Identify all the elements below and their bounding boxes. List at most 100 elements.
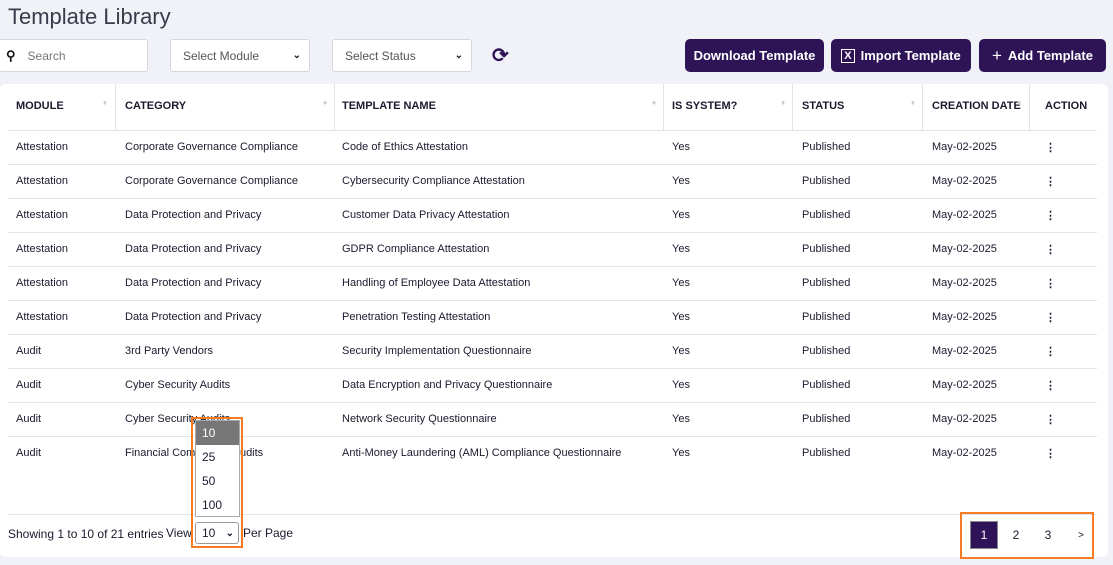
table-cell: Yes xyxy=(672,447,690,459)
more-actions-icon[interactable]: ⋮ xyxy=(1045,141,1056,154)
table-cell: Attestation xyxy=(16,311,68,323)
table-row: Audit Cyber Security Audits Network Securi… xyxy=(8,402,1097,436)
table-cell: May-02-2025 xyxy=(932,209,997,221)
table-cell: Cybersecurity Compliance Attestation xyxy=(342,175,525,187)
table-cell: Data Encryption and Privacy Questionnair… xyxy=(342,379,553,391)
column-header[interactable]: STATUS xyxy=(802,100,844,112)
search-placeholder: Search xyxy=(27,48,66,63)
column-header[interactable]: MODULE xyxy=(16,100,64,112)
refresh-icon[interactable]: ⟳ xyxy=(492,43,509,68)
excel-icon: X xyxy=(841,48,855,63)
column-divider xyxy=(922,84,923,130)
search-icon: ⚲ xyxy=(6,47,16,63)
module-select[interactable]: Select Module ⌄ xyxy=(170,39,310,72)
table-cell: Published xyxy=(802,141,851,153)
table-cell: Published xyxy=(802,345,851,357)
column-header[interactable]: CATEGORY xyxy=(125,100,186,112)
table-row: Attestation Data Protection and Privacy Ha… xyxy=(8,266,1097,300)
table-row: AuditFinancial Compliance AuditsAnti-Mon… xyxy=(8,436,1097,470)
table-cell: Attestation xyxy=(16,277,68,289)
sort-icon[interactable]: ♦ xyxy=(1017,98,1021,107)
per-page-label: Per Page xyxy=(243,526,294,540)
table-cell: Attestation xyxy=(16,243,68,255)
table-cell: May-02-2025 xyxy=(932,141,997,153)
table-cell: May-02-2025 xyxy=(932,345,997,357)
more-actions-icon[interactable]: ⋮ xyxy=(1045,175,1056,188)
import-template-button[interactable]: X Import Template xyxy=(831,39,971,72)
table-cell: Audit xyxy=(16,345,42,357)
table-cell: Published xyxy=(802,413,851,425)
table-cell: May-02-2025 xyxy=(932,447,997,459)
column-divider xyxy=(334,84,335,130)
more-actions-icon[interactable]: ⋮ xyxy=(1045,379,1056,392)
more-actions-icon[interactable]: ⋮ xyxy=(1045,311,1056,324)
table-cell: Security Implementation Questionnaire xyxy=(342,345,532,357)
highlight-box xyxy=(191,417,243,548)
download-template-label: Download Template xyxy=(693,48,816,63)
table-cell: May-02-2025 xyxy=(932,311,997,323)
sort-icon[interactable]: ♦ xyxy=(652,98,656,107)
download-template-button[interactable]: Download Template xyxy=(685,39,824,72)
chevron-down-icon: ⌄ xyxy=(454,50,463,61)
table-row: Audit 3rd Party Vendors Security Implement… xyxy=(8,334,1097,368)
table-cell: Penetration Testing Attestation xyxy=(342,311,491,323)
table-cell: Yes xyxy=(672,175,690,187)
more-actions-icon[interactable]: ⋮ xyxy=(1045,413,1056,426)
table-cell: Yes xyxy=(672,379,690,391)
table-cell: Attestation xyxy=(16,141,68,153)
table-row: Attestation Data Protection and Privacy Pe… xyxy=(8,300,1097,334)
table-cell: Code of Ethics Attestation xyxy=(342,141,468,153)
table-cell: Data Protection and Privacy xyxy=(125,243,262,255)
table-cell: Yes xyxy=(672,413,690,425)
sort-icon[interactable]: ♦ xyxy=(911,98,915,107)
table-row: Attestation Corporate Governance Complian… xyxy=(8,130,1097,164)
table-cell: Yes xyxy=(672,345,690,357)
chevron-down-icon: ⌄ xyxy=(292,50,301,61)
sort-icon[interactable]: ♦ xyxy=(103,98,107,107)
table-cell: Audit xyxy=(16,379,42,391)
plus-icon: + xyxy=(992,45,1002,65)
table-cell: Corporate Governance Compliance xyxy=(125,175,299,187)
view-label: View xyxy=(166,526,192,540)
table-cell: Published xyxy=(802,277,851,289)
import-template-label: Import Template xyxy=(860,48,961,63)
table-row: Audit Cyber Security Audits Data Encryptio… xyxy=(8,368,1097,402)
more-actions-icon[interactable]: ⋮ xyxy=(1045,345,1056,358)
table-cell: Published xyxy=(802,175,851,187)
column-divider xyxy=(115,84,116,130)
table-cell: May-02-2025 xyxy=(932,175,997,187)
more-actions-icon[interactable]: ⋮ xyxy=(1045,277,1056,290)
page-title: Template Library xyxy=(8,4,171,29)
table-cell: Audit xyxy=(16,447,42,459)
table-cell: Published xyxy=(802,243,851,255)
table-cell: May-02-2025 xyxy=(932,413,997,425)
more-actions-icon[interactable]: ⋮ xyxy=(1045,209,1056,222)
table-cell: Attestation xyxy=(16,175,68,187)
sort-icon[interactable]: ♦ xyxy=(781,98,785,107)
table-cell: Customer Data Privacy Attestation xyxy=(342,209,510,221)
status-select-label: Select Status xyxy=(345,48,416,63)
table-cell: Data Protection and Privacy xyxy=(125,277,262,289)
table-cell: Yes xyxy=(672,277,690,289)
table-cell: Handling of Employee Data Attestation xyxy=(342,277,531,289)
column-header[interactable]: ACTION xyxy=(1045,100,1087,112)
column-header[interactable]: CREATION DATE xyxy=(932,100,1021,112)
table-cell: Published xyxy=(802,311,851,323)
table-cell: Published xyxy=(802,209,851,221)
sort-icon[interactable]: ♦ xyxy=(323,98,327,107)
column-divider xyxy=(1029,84,1030,130)
search-input[interactable]: ⚲ Search xyxy=(0,39,148,72)
add-template-button[interactable]: + Add Template xyxy=(979,39,1106,72)
table-row: Attestation Corporate Governance Complian… xyxy=(8,164,1097,198)
table-cell: 3rd Party Vendors xyxy=(125,345,214,357)
more-actions-icon[interactable]: ⋮ xyxy=(1045,447,1056,460)
more-actions-icon[interactable]: ⋮ xyxy=(1045,243,1056,256)
table-cell: Attestation xyxy=(16,209,68,221)
table-cell: Cyber Security Audits xyxy=(125,379,231,391)
status-select[interactable]: Select Status ⌄ xyxy=(332,39,472,72)
table-cell: Anti-Money Laundering (AML) Compliance Q… xyxy=(342,447,622,459)
table-cell: May-02-2025 xyxy=(932,277,997,289)
column-header[interactable]: TEMPLATE NAME xyxy=(342,100,436,112)
column-header[interactable]: IS SYSTEM? xyxy=(672,100,737,112)
table-cell: May-02-2025 xyxy=(932,243,997,255)
